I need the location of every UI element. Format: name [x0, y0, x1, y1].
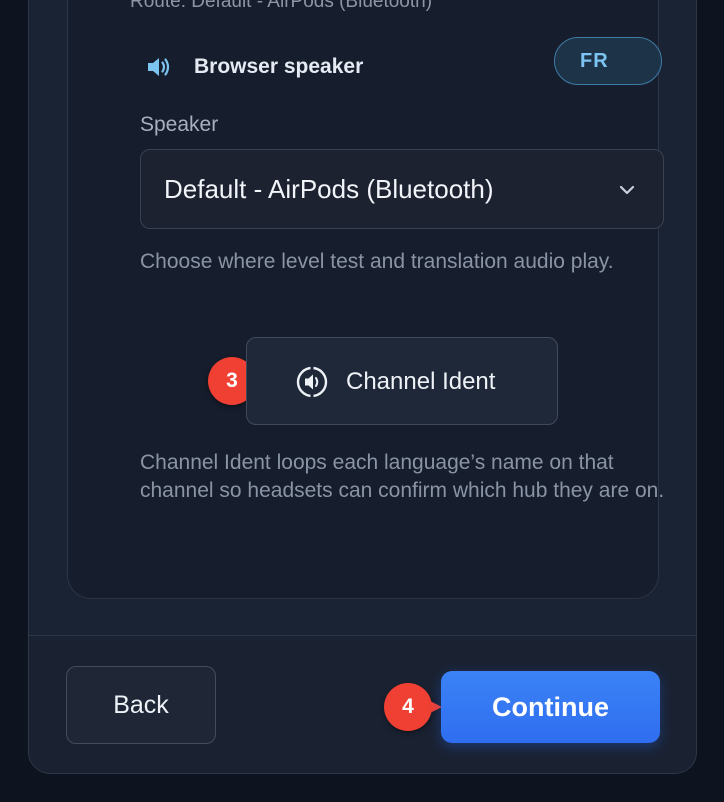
speaker-ident-icon: [296, 366, 328, 398]
browser-speaker-row: Browser speaker FR: [144, 37, 664, 89]
speaker-wave-icon: [148, 58, 170, 76]
speaker-select-value: Default - AirPods (Bluetooth): [164, 174, 494, 204]
audio-settings-card: Route: Default - AirPods (Bluetooth) Bro…: [67, 0, 664, 599]
speaker-help-text: Choose where level test and translation …: [140, 250, 614, 273]
back-button[interactable]: Back: [66, 666, 216, 744]
step-badge-4: 4: [384, 683, 442, 731]
speaker-select[interactable]: Default - AirPods (Bluetooth): [140, 149, 664, 229]
browser-speaker-label: Browser speaker: [194, 55, 364, 78]
setup-modal: Route: Default - AirPods (Bluetooth) Bro…: [28, 0, 697, 774]
channel-ident-help-text: Channel Ident loops each language’s name…: [140, 451, 665, 502]
language-pill-fr[interactable]: FR: [554, 37, 662, 85]
channel-ident-button[interactable]: Channel Ident: [246, 337, 558, 425]
chevron-down-icon: [619, 185, 635, 195]
channel-ident-label: Channel Ident: [346, 368, 496, 395]
route-text: Route: Default - AirPods (Bluetooth): [130, 0, 433, 12]
speaker-field-label: Speaker: [140, 113, 219, 136]
continue-button[interactable]: Continue: [441, 671, 660, 743]
